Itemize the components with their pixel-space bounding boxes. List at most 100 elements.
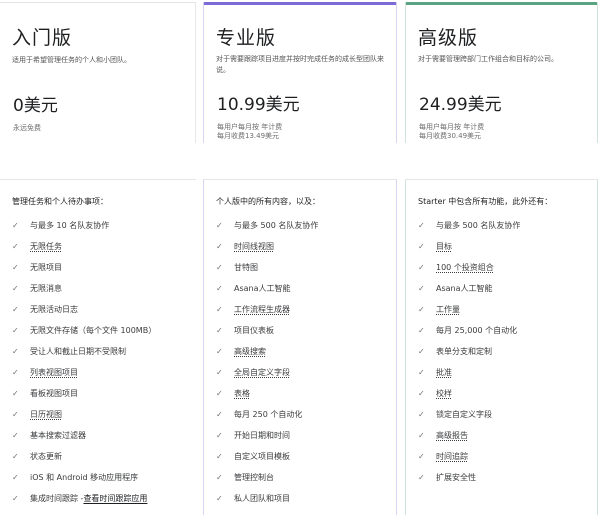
feature-item[interactable]: ✓ 无限任务 — [12, 242, 192, 263]
feature-label: 自定义项目模板 — [234, 452, 290, 461]
feature-link[interactable]: 时间追踪 — [436, 452, 468, 462]
feature-item: ✓ 状态更新 — [12, 452, 192, 473]
checkmark-icon: ✓ — [12, 368, 19, 377]
feature-item[interactable]: ✓ 列表视图项目 — [12, 368, 192, 389]
plan-column-advanced: 高级版 对于需要管理跨部门工作组合和目标的公司。 24.99美元 每用户每月按 … — [405, 0, 598, 515]
feature-link[interactable]: 列表视图项目 — [30, 368, 78, 378]
feature-item[interactable]: ✓ 表格 — [216, 389, 392, 410]
feature-link[interactable]: 工作量 — [436, 305, 460, 315]
plan-price: 24.99美元 — [419, 95, 502, 115]
plan-header-pro: 专业版 对于需要跟踪项目进度并按时完成任务的成长型团队来说。 10.99美元 每… — [203, 2, 397, 143]
feature-link[interactable]: 工作流程生成器 — [234, 305, 290, 315]
plan-name: 高级版 — [418, 27, 479, 49]
checkmark-icon: ✓ — [418, 389, 425, 398]
price-note-line: 每用户每月按 年计费 — [419, 123, 485, 131]
feature-item[interactable]: ✓ 高级搜索 — [216, 347, 392, 368]
feature-list: ✓ 与最多 10 名队友协作 ✓ 无限任务 ✓ 无限项目 ✓ 无限消息 ✓ 无限活动日志 ✓ 无限文件… — [12, 221, 192, 515]
feature-link[interactable]: 时间线视图 — [234, 242, 274, 252]
checkmark-icon: ✓ — [12, 410, 19, 419]
feature-link[interactable]: 批准 — [436, 368, 452, 378]
feature-item: ✓ 每月 250 个自动化 — [216, 410, 392, 431]
feature-label: 私人团队和项目 — [234, 494, 290, 503]
feature-item: ✓ 无限消息 — [12, 284, 192, 305]
feature-link[interactable]: 100 个投资组合 — [436, 263, 494, 273]
checkmark-icon: ✓ — [418, 221, 425, 230]
feature-item: ✓ iOS 和 Android 移动应用程序 — [12, 473, 192, 494]
checkmark-icon: ✓ — [418, 347, 425, 356]
feature-item[interactable]: ✓ 批准 — [418, 368, 593, 389]
feature-item[interactable]: ✓ 高级报告 — [418, 431, 593, 452]
checkmark-icon: ✓ — [216, 242, 223, 251]
checkmark-icon: ✓ — [12, 305, 19, 314]
checkmark-icon: ✓ — [12, 473, 19, 482]
feature-link[interactable]: 日历视图 — [30, 410, 62, 420]
plan-description: 对于需要跟踪项目进度并按时完成任务的成长型团队来说。 — [216, 55, 384, 74]
checkmark-icon: ✓ — [216, 326, 223, 335]
checkmark-icon: ✓ — [12, 326, 19, 335]
plan-description: 适用于希望管理任务的个人和小团队。 — [12, 56, 131, 64]
feature-item[interactable]: ✓ 时间追踪 — [418, 452, 593, 473]
feature-label: 甘特图 — [234, 263, 258, 272]
price-note: 每用户每月按 年计费 每月收费13.49美元 — [217, 123, 282, 141]
feature-label: 无限消息 — [30, 284, 62, 293]
feature-item: ✓ 表单分支和定制 — [418, 347, 593, 368]
checkmark-icon: ✓ — [216, 263, 223, 272]
plan-name: 入门版 — [12, 27, 73, 49]
time-tracking-apps-link[interactable]: 查看时间跟踪应用 — [83, 494, 147, 504]
feature-label: 集成时间跟踪 - — [30, 494, 84, 503]
feature-item[interactable]: ✓ 目标 — [418, 242, 593, 263]
features-title: 管理任务和个人待办事项： — [12, 197, 108, 206]
feature-item[interactable]: ✓ 日历视图 — [12, 410, 192, 431]
feature-label: 项目仪表板 — [234, 326, 274, 335]
plan-price: 10.99美元 — [217, 95, 300, 115]
plan-price: 0美元 — [13, 96, 58, 116]
checkmark-icon: ✓ — [12, 221, 19, 230]
feature-link[interactable]: 高级报告 — [436, 431, 468, 441]
feature-item[interactable]: ✓ 100 个投资组合 — [418, 263, 593, 284]
checkmark-icon: ✓ — [12, 242, 19, 251]
feature-label: 与最多 500 名队友协作 — [234, 221, 319, 230]
plan-header-starter: 入门版 适用于希望管理任务的个人和小团队。 0美元 永远免费 — [0, 2, 196, 143]
checkmark-icon: ✓ — [216, 431, 223, 440]
feature-item: ✓ 与最多 500 名队友协作 — [216, 221, 392, 242]
feature-item: ✓ 私人团队和项目 — [216, 494, 392, 515]
feature-label: 无限活动日志 — [30, 305, 78, 314]
checkmark-icon: ✓ — [418, 263, 425, 272]
price-note-line: 每用户每月按 年计费 — [217, 123, 283, 131]
feature-item[interactable]: ✓ 校样 — [418, 389, 593, 410]
checkmark-icon: ✓ — [216, 347, 223, 356]
feature-item: ✓ 管理控制台 — [216, 473, 392, 494]
checkmark-icon: ✓ — [418, 326, 425, 335]
feature-item[interactable]: ✓ 时间线视图 — [216, 242, 392, 263]
checkmark-icon: ✓ — [12, 389, 19, 398]
plan-column-starter: 入门版 适用于希望管理任务的个人和小团队。 0美元 永远免费 管理任务和个人待办… — [0, 0, 196, 515]
feature-item: ✓ 项目仪表板 — [216, 326, 392, 347]
checkmark-icon: ✓ — [216, 284, 223, 293]
feature-link[interactable]: 目标 — [436, 242, 452, 252]
feature-label: Asana人工智能 — [436, 284, 493, 293]
price-note-line: 永远免费 — [13, 124, 41, 132]
checkmark-icon: ✓ — [216, 494, 223, 503]
feature-link[interactable]: 校样 — [436, 389, 452, 399]
feature-label: 每月 25,000 个自动化 — [436, 326, 518, 335]
plan-name: 专业版 — [216, 27, 277, 49]
feature-item: ✓ 甘特图 — [216, 263, 392, 284]
checkmark-icon: ✓ — [418, 368, 425, 377]
price-note: 每用户每月按 年计费 每月收费30.49美元 — [419, 123, 484, 141]
feature-link[interactable]: 高级搜索 — [234, 347, 266, 357]
feature-label: 扩展安全性 — [436, 473, 476, 482]
feature-link[interactable]: 全局自定义字段 — [234, 368, 290, 378]
feature-item: ✓ 无限文件存储（每个文件 100MB） — [12, 326, 192, 347]
feature-label: 受让人和截止日期不受限制 — [30, 347, 126, 356]
feature-link[interactable]: 无限任务 — [30, 242, 62, 252]
feature-list: ✓ 与最多 500 名队友协作 ✓ 目标 ✓ 100 个投资组合 ✓ Asana人工智能 ✓ 工作… — [418, 221, 593, 494]
feature-item: ✓ 开始日期和时间 — [216, 431, 392, 452]
feature-item[interactable]: ✓ 全局自定义字段 — [216, 368, 392, 389]
checkmark-icon: ✓ — [216, 221, 223, 230]
feature-item[interactable]: ✓ 工作流程生成器 — [216, 305, 392, 326]
feature-item: ✓ Asana人工智能 — [418, 284, 593, 305]
feature-label: 与最多 10 名队友协作 — [30, 221, 110, 230]
feature-link[interactable]: 表格 — [234, 389, 250, 399]
feature-label: Asana人工智能 — [234, 284, 291, 293]
feature-item[interactable]: ✓ 工作量 — [418, 305, 593, 326]
